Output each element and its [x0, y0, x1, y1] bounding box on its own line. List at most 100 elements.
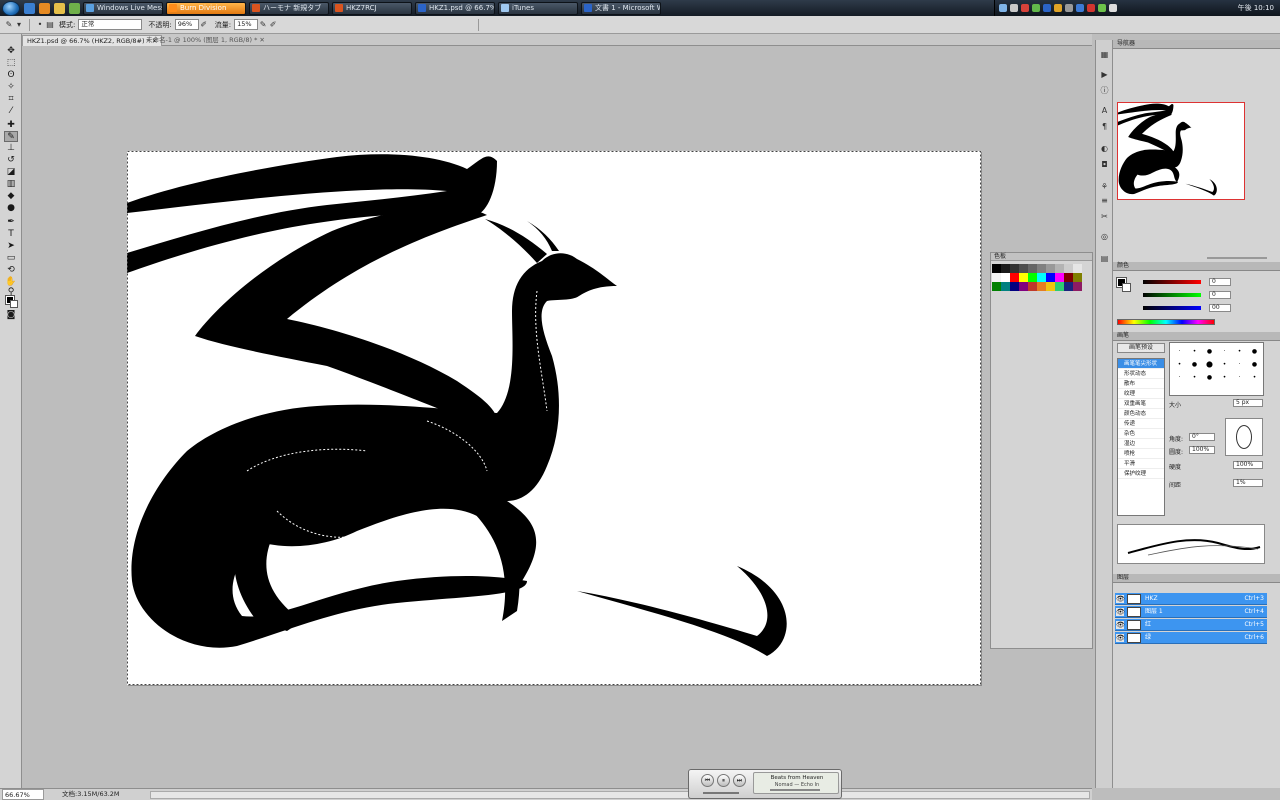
info-panel-icon[interactable]: ⓘ	[1099, 86, 1110, 95]
ime-icon[interactable]	[1109, 4, 1117, 12]
color-spectrum-bar[interactable]	[1117, 319, 1215, 325]
airbrush-icon[interactable]: ✎	[258, 20, 268, 30]
horizontal-scrollbar[interactable]	[150, 791, 1090, 799]
brush-setting-item[interactable]: 保护纹理	[1118, 469, 1164, 479]
music-icon[interactable]	[69, 2, 80, 14]
document-tab-2[interactable]: 未命名-1 @ 100% (图层 1, RGB/8) * ✕	[142, 35, 269, 46]
shape-tool-icon[interactable]: ▭	[4, 253, 18, 264]
color-swatch[interactable]	[1019, 282, 1028, 291]
healing-tool-icon[interactable]: ✚	[4, 120, 18, 131]
color-swatch[interactable]	[1073, 273, 1082, 282]
flow-field[interactable]: 15%	[234, 19, 259, 30]
brush-setting-item[interactable]: 纹理	[1118, 389, 1164, 399]
brush-tip-icon[interactable]: •	[1217, 371, 1232, 384]
firefox-icon[interactable]	[39, 2, 50, 14]
history-brush-tool-icon[interactable]: ↺	[4, 155, 18, 166]
background-color-swatch[interactable]	[10, 300, 18, 308]
layer-row[interactable]: 👁 图层 1 Ctrl+4	[1115, 606, 1267, 618]
masks-panel-icon[interactable]: ◘	[1099, 160, 1110, 169]
eyedropper-tool-icon[interactable]: ⁄	[4, 106, 18, 117]
start-button[interactable]	[2, 0, 20, 16]
close-icon[interactable]: ✕	[259, 36, 264, 44]
tool-presets-panel-icon[interactable]: ≡	[1099, 196, 1110, 205]
brush-tip-grid[interactable]: · • ● · • ● • ● ⬤ • · ● · • ● • · •	[1169, 342, 1264, 396]
opacity-field[interactable]: 96%	[174, 19, 199, 30]
brush-hardness-field[interactable]: 100%	[1233, 461, 1263, 469]
brush-tool-icon[interactable]: ✎	[4, 131, 18, 142]
eye-icon[interactable]: 👁	[1116, 621, 1125, 629]
volume-icon[interactable]	[1010, 4, 1018, 12]
blue-slider[interactable]	[1143, 306, 1201, 310]
layer-row[interactable]: 👁 HKZ Ctrl+3	[1115, 593, 1267, 605]
brush-tip-icon[interactable]: ●	[1247, 345, 1262, 358]
type-tool-icon[interactable]: T	[4, 229, 18, 240]
brush-setting-item[interactable]: 传递	[1118, 419, 1164, 429]
brush-setting-item[interactable]: 杂色	[1118, 429, 1164, 439]
eye-icon[interactable]: 👁	[1116, 634, 1125, 642]
color-swatch[interactable]	[1073, 282, 1082, 291]
brush-setting-item[interactable]: 平滑	[1118, 459, 1164, 469]
color-swatch[interactable]	[1055, 264, 1064, 273]
paragraph-panel-icon[interactable]: ¶	[1099, 122, 1110, 131]
layer-row[interactable]: 👁 红 Ctrl+5	[1115, 619, 1267, 631]
brush-roundness-field[interactable]: 100%	[1189, 446, 1215, 454]
color-swatch[interactable]	[1064, 264, 1073, 273]
track-progress-bar[interactable]	[770, 789, 820, 791]
color-swatch[interactable]	[1001, 273, 1010, 282]
red-value[interactable]: 0	[1209, 278, 1231, 286]
brush-size-icon[interactable]: •	[35, 20, 45, 30]
brush-tip-icon[interactable]: ·	[1172, 371, 1187, 384]
quick-mask-icon[interactable]: ◙	[4, 310, 18, 321]
brush-tip-icon[interactable]: ·	[1232, 371, 1247, 384]
document-canvas[interactable]	[127, 151, 981, 685]
brush-setting-item[interactable]: 颜色动态	[1118, 409, 1164, 419]
taskbar-button[interactable]: ハーモナ 新規タブ	[249, 1, 329, 15]
eye-icon[interactable]: 👁	[1116, 595, 1125, 603]
antivirus-icon[interactable]	[1087, 4, 1095, 12]
shield-icon[interactable]	[1021, 4, 1029, 12]
brush-setting-item[interactable]: 双重画笔	[1118, 399, 1164, 409]
brush-tip-icon[interactable]: ⬤	[1202, 358, 1217, 371]
crop-tool-icon[interactable]: ⌗	[4, 94, 18, 105]
brush-tip-icon[interactable]: ●	[1187, 358, 1202, 371]
color-swatch[interactable]	[1055, 273, 1064, 282]
actions-panel-icon[interactable]: ▶	[1099, 70, 1110, 79]
network-icon[interactable]	[999, 4, 1007, 12]
brush-panel-toggle-icon[interactable]: ▤	[45, 20, 55, 30]
eraser-tool-icon[interactable]: ◪	[4, 167, 18, 178]
clock[interactable]: 午後 10:10	[1238, 3, 1274, 13]
brushes-tab[interactable]: 画笔	[1117, 332, 1129, 339]
3d-rotate-tool-icon[interactable]: ⟲	[4, 265, 18, 276]
stamp-tool-icon[interactable]: ⊥	[4, 143, 18, 154]
color-swatch[interactable]	[992, 273, 1001, 282]
brush-tip-icon[interactable]: ·	[1232, 358, 1247, 371]
battery-icon[interactable]	[1098, 4, 1106, 12]
brush-tip-icon[interactable]: ·	[1172, 345, 1187, 358]
next-track-button[interactable]: ⏭	[733, 774, 746, 787]
bluetooth-icon[interactable]	[1076, 4, 1084, 12]
zoom-field[interactable]: 66.67%	[2, 789, 44, 800]
color-swatch[interactable]	[1028, 273, 1037, 282]
color-swatch[interactable]	[992, 264, 1001, 273]
brush-tip-icon[interactable]: •	[1172, 358, 1187, 371]
printer-icon[interactable]	[1065, 4, 1073, 12]
gradient-tool-icon[interactable]: ▥	[4, 179, 18, 190]
play-pause-button[interactable]: ⏸	[717, 774, 730, 787]
green-slider[interactable]	[1143, 293, 1201, 297]
brush-tip-icon[interactable]: •	[1247, 371, 1262, 384]
color-swatch[interactable]	[1001, 264, 1010, 273]
brush-angle-field[interactable]: 0°	[1189, 433, 1215, 441]
dodge-tool-icon[interactable]: ●	[4, 203, 18, 214]
color-swatch[interactable]	[1046, 273, 1055, 282]
pressure-size-icon[interactable]: ✐	[268, 20, 278, 30]
ie-icon[interactable]	[24, 2, 35, 14]
paths-panel-icon[interactable]: ✂	[1099, 212, 1110, 221]
brush-tip-icon[interactable]: •	[1187, 371, 1202, 384]
color-swatch[interactable]	[992, 282, 1001, 291]
color-swatch[interactable]	[1037, 282, 1046, 291]
clone-source-panel-icon[interactable]: ⚘	[1099, 182, 1110, 191]
color-swatch[interactable]	[1028, 264, 1037, 273]
brush-preset-picker-icon[interactable]: ▾	[14, 20, 24, 30]
brush-tip-icon[interactable]: ·	[1217, 345, 1232, 358]
color-swatch[interactable]	[1019, 264, 1028, 273]
